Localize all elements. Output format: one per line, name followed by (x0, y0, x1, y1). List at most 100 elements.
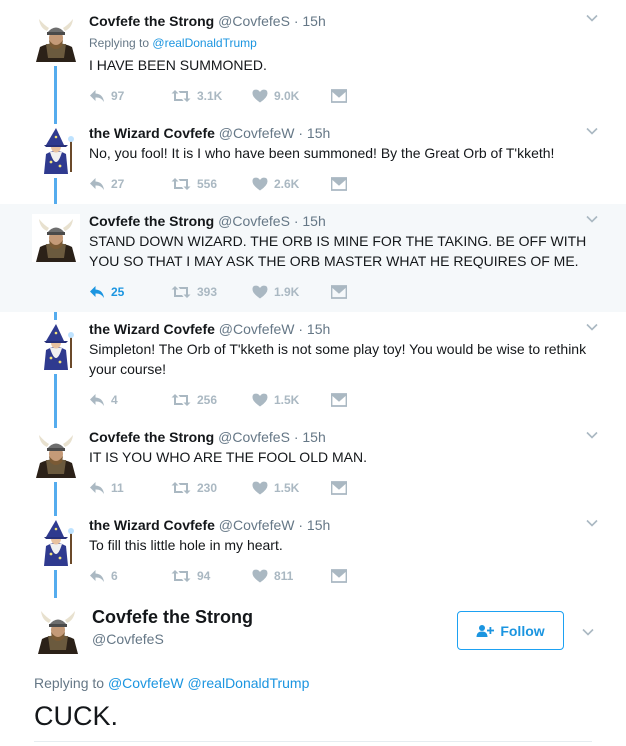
display-name[interactable]: the Wizard Covfefe (89, 321, 215, 337)
tweet-text: I HAVE BEEN SUMMONED. (89, 57, 267, 73)
mention-link[interactable]: @realDonaldTrump (188, 675, 310, 691)
reply-button[interactable]: 6 (89, 566, 118, 586)
mention-link[interactable]: @CovfefeW (108, 675, 184, 691)
tweet-header: the Wizard Covfefe @CovfefeW · 15h (89, 124, 330, 142)
tweet[interactable]: the Wizard Covfefe @CovfefeW · 15h No, y… (0, 116, 626, 204)
envelope-icon (331, 481, 347, 495)
chevron-down-icon[interactable] (582, 623, 594, 641)
chevron-down-icon[interactable] (586, 14, 598, 26)
viking-avatar[interactable] (32, 430, 80, 478)
direct-message-button[interactable] (331, 566, 353, 586)
display-name[interactable]: Covfefe the Strong (92, 607, 253, 628)
replying-to: Replying to @realDonaldTrump (89, 36, 257, 50)
tweet[interactable]: the Wizard Covfefe @CovfefeW · 15h To fi… (0, 508, 626, 598)
username[interactable]: @CovfefeS (92, 631, 164, 647)
reply-count: 97 (111, 89, 125, 103)
like-button[interactable]: 1.9K (252, 282, 299, 302)
retweet-button[interactable]: 3.1K (171, 86, 222, 106)
direct-message-button[interactable] (331, 174, 353, 194)
heart-icon (252, 481, 268, 495)
direct-message-button[interactable] (331, 390, 353, 410)
follow-button[interactable]: Follow (457, 611, 564, 650)
retweet-button[interactable]: 393 (171, 282, 217, 302)
tweet-text: To fill this little hole in my heart. (89, 537, 283, 553)
reply-icon (89, 569, 105, 583)
envelope-icon (331, 285, 347, 299)
like-button[interactable]: 9.0K (252, 86, 299, 106)
display-name[interactable]: the Wizard Covfefe (89, 125, 215, 141)
wizard-avatar[interactable] (32, 126, 80, 174)
tweet-highlighted[interactable]: Covfefe the Strong @CovfefeS · 15h STAND… (0, 204, 626, 312)
retweet-button[interactable]: 256 (171, 390, 217, 410)
like-button[interactable]: 1.5K (252, 478, 299, 498)
username[interactable]: @CovfefeW (219, 517, 295, 533)
reply-button[interactable]: 25 (89, 282, 124, 302)
follow-label: Follow (500, 622, 545, 639)
wizard-avatar[interactable] (32, 322, 80, 370)
reply-icon (89, 285, 105, 299)
timestamp[interactable]: 15h (302, 213, 325, 229)
username[interactable]: @CovfefeW (219, 125, 295, 141)
chevron-down-icon[interactable] (586, 431, 598, 443)
direct-message-button[interactable] (331, 478, 353, 498)
username[interactable]: @CovfefeW (219, 321, 295, 337)
tweet[interactable]: Covfefe the Strong @CovfefeS · 15h Reply… (0, 0, 626, 116)
reply-icon (89, 393, 105, 407)
reply-count: 6 (111, 569, 118, 583)
timestamp[interactable]: 15h (307, 321, 330, 337)
tweet[interactable]: the Wizard Covfefe @CovfefeW · 15h Simpl… (0, 312, 626, 420)
retweet-button[interactable]: 556 (171, 174, 217, 194)
tweet-text: CUCK. (34, 701, 119, 731)
tweet-actions: 27 556 2.6K (89, 174, 359, 194)
chevron-down-icon[interactable] (586, 215, 598, 227)
username[interactable]: @CovfefeS (218, 429, 290, 445)
display-name[interactable]: Covfefe the Strong (89, 429, 214, 445)
like-button[interactable]: 2.6K (252, 174, 299, 194)
timestamp[interactable]: 15h (307, 125, 330, 141)
display-name[interactable]: the Wizard Covfefe (89, 517, 215, 533)
wizard-avatar[interactable] (32, 518, 80, 566)
reply-button[interactable]: 4 (89, 390, 118, 410)
follow-user-icon (476, 624, 494, 638)
tweet-header: Covfefe the Strong @CovfefeS · 15h (89, 212, 326, 230)
like-button[interactable]: 811 (252, 566, 293, 586)
heart-icon (252, 393, 268, 407)
reply-count: 27 (111, 177, 125, 191)
tweet-actions: 97 3.1K 9.0K (89, 86, 359, 106)
reply-button[interactable]: 27 (89, 174, 124, 194)
username[interactable]: @CovfefeS (218, 13, 290, 29)
replying-prefix: Replying to (34, 675, 105, 691)
tweet-text: IT IS YOU WHO ARE THE FOOL OLD MAN. (89, 449, 367, 465)
username[interactable]: @CovfefeS (218, 213, 290, 229)
tweet[interactable]: Covfefe the Strong @CovfefeS · 15h IT IS… (0, 420, 626, 508)
reply-button[interactable]: 11 (89, 478, 124, 498)
retweet-icon (171, 89, 191, 103)
tweet-text: No, you fool! It is I who have been summ… (89, 145, 555, 161)
reply-icon (89, 481, 105, 495)
direct-message-button[interactable] (331, 86, 353, 106)
viking-avatar[interactable] (34, 606, 82, 654)
chevron-down-icon[interactable] (586, 519, 598, 531)
viking-avatar[interactable] (32, 14, 80, 62)
chevron-down-icon[interactable] (586, 127, 598, 139)
timestamp[interactable]: 15h (307, 517, 330, 533)
display-name[interactable]: Covfefe the Strong (89, 213, 214, 229)
viking-avatar[interactable] (32, 214, 80, 262)
chevron-down-icon[interactable] (586, 323, 598, 335)
retweet-button[interactable]: 230 (171, 478, 217, 498)
separator-dot: · (293, 213, 299, 229)
direct-message-button[interactable] (331, 282, 353, 302)
display-name[interactable]: Covfefe the Strong (89, 13, 214, 29)
timestamp[interactable]: 15h (302, 429, 325, 445)
mention-link[interactable]: @realDonaldTrump (152, 36, 256, 50)
timestamp[interactable]: 15h (302, 13, 325, 29)
reply-count: 4 (111, 393, 118, 407)
heart-icon (252, 569, 268, 583)
retweet-button[interactable]: 94 (171, 566, 210, 586)
reply-icon (89, 89, 105, 103)
tweet-header: the Wizard Covfefe @CovfefeW · 15h (89, 320, 330, 338)
divider (34, 741, 592, 742)
reply-button[interactable]: 97 (89, 86, 124, 106)
like-button[interactable]: 1.5K (252, 390, 299, 410)
separator-dot: · (298, 517, 304, 533)
